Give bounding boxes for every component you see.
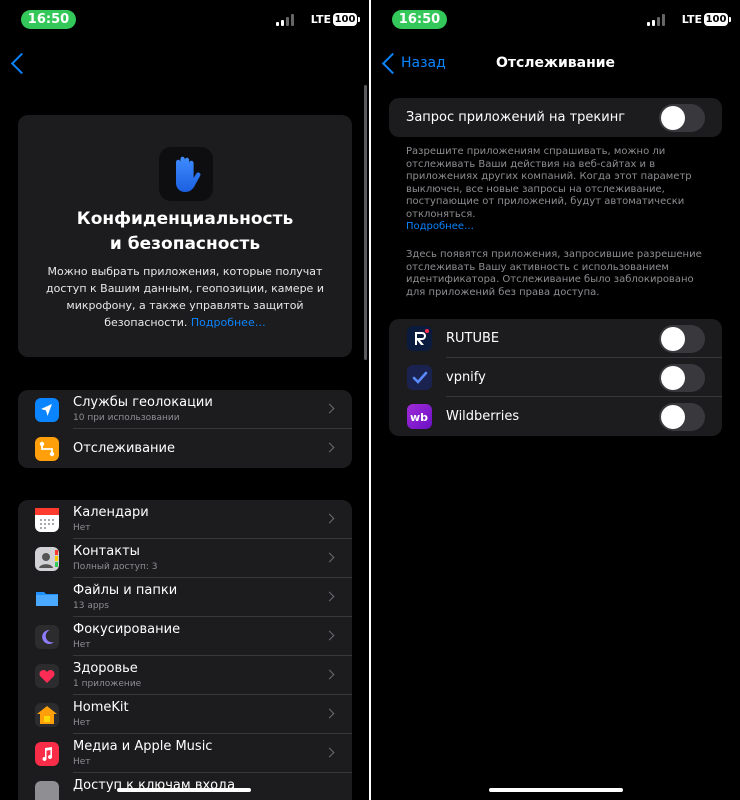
- row-location-services[interactable]: Службы геолокации 10 при использовании: [18, 390, 352, 429]
- home-icon: [35, 703, 59, 727]
- row-title: Календари: [73, 505, 149, 520]
- row-focus[interactable]: Фокусирование Нет: [18, 617, 352, 656]
- hero-description-text: Можно выбрать приложения, которые получа…: [46, 265, 324, 329]
- vpnify-icon: [407, 365, 432, 390]
- left-screen: 16:50 LTE 100 Конфиденциальность и безоп…: [0, 0, 369, 800]
- apps-list-card: RUTUBE vpnify wb Wildberries: [389, 319, 722, 436]
- signal-icon: [647, 14, 665, 26]
- chevron-right-icon: [324, 552, 335, 563]
- app-row-wildberries: wb Wildberries: [389, 397, 722, 436]
- app-toggle-rutube[interactable]: [659, 325, 705, 353]
- contacts-icon: [35, 547, 59, 571]
- app-name: Wildberries: [446, 409, 520, 424]
- chevron-right-icon: [324, 708, 335, 719]
- row-contacts[interactable]: Контакты Полный доступ: 3: [18, 539, 352, 578]
- chevron-right-icon: [324, 513, 335, 524]
- music-note-icon: [35, 742, 59, 766]
- row-health[interactable]: Здоровье 1 приложение: [18, 656, 352, 695]
- signal-icon: [276, 14, 294, 26]
- permissions-group: Календари Нет Контакты Полный доступ: 3 …: [18, 500, 352, 800]
- row-title: Службы геолокации: [73, 395, 213, 410]
- chevron-right-icon: [324, 591, 335, 602]
- row-subtitle: Полный доступ: 3: [73, 562, 158, 572]
- row-title: Здоровье: [73, 661, 138, 676]
- battery-icon: 100: [704, 13, 731, 26]
- privacy-hero-card: Конфиденциальность и безопасность Можно …: [18, 115, 352, 357]
- row-subtitle: Нет: [73, 523, 91, 533]
- status-time: 16:50: [392, 10, 447, 29]
- hero-title-line-1: Конфиденциальность: [76, 209, 294, 229]
- app-toggle-vpnify[interactable]: [659, 364, 705, 392]
- hero-description: Можно выбрать приложения, которые получа…: [42, 263, 328, 331]
- tracking-icon: [35, 437, 59, 461]
- chevron-right-icon: [324, 630, 335, 641]
- row-title: Отслеживание: [73, 441, 175, 456]
- row-subtitle: 1 приложение: [73, 679, 142, 689]
- row-media-apple-music[interactable]: Медиа и Apple Music Нет: [18, 734, 352, 773]
- app-toggle-wildberries[interactable]: [659, 403, 705, 431]
- app-row-rutube: RUTUBE: [389, 319, 722, 358]
- network-type: LTE: [681, 13, 702, 26]
- row-title: HomeKit: [73, 700, 129, 715]
- row-tracking[interactable]: Отслеживание: [18, 429, 352, 468]
- tracking-footer-1: Разрешите приложениям спрашивать, можно …: [406, 146, 711, 234]
- location-tracking-group: Службы геолокации 10 при использовании О…: [18, 390, 352, 468]
- row-subtitle: 13 apps: [73, 601, 109, 611]
- wildberries-icon: wb: [407, 404, 432, 429]
- row-title: Фокусирование: [73, 622, 181, 637]
- row-title: Контакты: [73, 544, 140, 559]
- row-subtitle: Нет: [73, 640, 91, 650]
- tracking-request-toggle[interactable]: [659, 104, 705, 132]
- location-arrow-icon: [35, 398, 59, 422]
- status-time: 16:50: [21, 10, 76, 29]
- home-indicator[interactable]: [489, 788, 623, 792]
- folder-icon: [35, 586, 59, 610]
- chevron-right-icon: [324, 403, 335, 414]
- page-title: Отслеживание: [495, 55, 616, 71]
- back-chevron-icon[interactable]: [10, 52, 33, 75]
- rutube-icon: [407, 326, 432, 351]
- row-title: Файлы и папки: [73, 583, 178, 598]
- footer-text: Разрешите приложениям спрашивать, можно …: [406, 146, 692, 220]
- home-indicator[interactable]: [117, 788, 251, 792]
- app-name: vpnify: [446, 370, 486, 385]
- app-row-vpnify: vpnify: [389, 358, 722, 397]
- hero-title: Конфиденциальность и безопасность: [18, 207, 352, 257]
- heart-icon: [35, 664, 59, 688]
- row-files[interactable]: Файлы и папки 13 apps: [18, 578, 352, 617]
- hand-raised-icon: [159, 147, 213, 201]
- row-subtitle: 10 при использовании: [73, 413, 180, 423]
- tracking-footer-2: Здесь появятся приложения, запросившие р…: [406, 249, 702, 298]
- key-icon: [35, 781, 59, 800]
- tracking-request-label: Запрос приложений на трекинг: [406, 110, 626, 125]
- row-subtitle: Нет: [73, 718, 91, 728]
- tracking-request-card: Запрос приложений на трекинг: [389, 98, 722, 137]
- network-type: LTE: [310, 13, 331, 26]
- learn-more-link[interactable]: Подробнее…: [406, 221, 711, 234]
- row-passkeys[interactable]: Доступ к ключам входа: [18, 773, 352, 800]
- status-bar: 16:50 LTE 100: [0, 10, 369, 30]
- battery-icon: 100: [333, 13, 360, 26]
- row-subtitle: Нет: [73, 757, 91, 767]
- row-homekit[interactable]: HomeKit Нет: [18, 695, 352, 734]
- row-calendars[interactable]: Календари Нет: [18, 500, 352, 539]
- hero-title-line-2: и безопасность: [109, 234, 261, 254]
- row-title: Медиа и Apple Music: [73, 739, 213, 754]
- learn-more-link[interactable]: Подробнее…: [191, 316, 266, 329]
- chevron-right-icon: [324, 747, 335, 758]
- chevron-right-icon: [324, 442, 335, 453]
- app-name: RUTUBE: [446, 331, 500, 346]
- right-screen: 16:50 LTE 100 Назад Отслеживание Запрос …: [371, 0, 740, 800]
- status-bar: 16:50 LTE 100: [371, 10, 740, 30]
- scroll-indicator[interactable]: [364, 85, 367, 360]
- calendar-icon: [35, 508, 59, 532]
- moon-icon: [35, 625, 59, 649]
- svg-text:wb: wb: [410, 411, 428, 424]
- chevron-right-icon: [324, 669, 335, 680]
